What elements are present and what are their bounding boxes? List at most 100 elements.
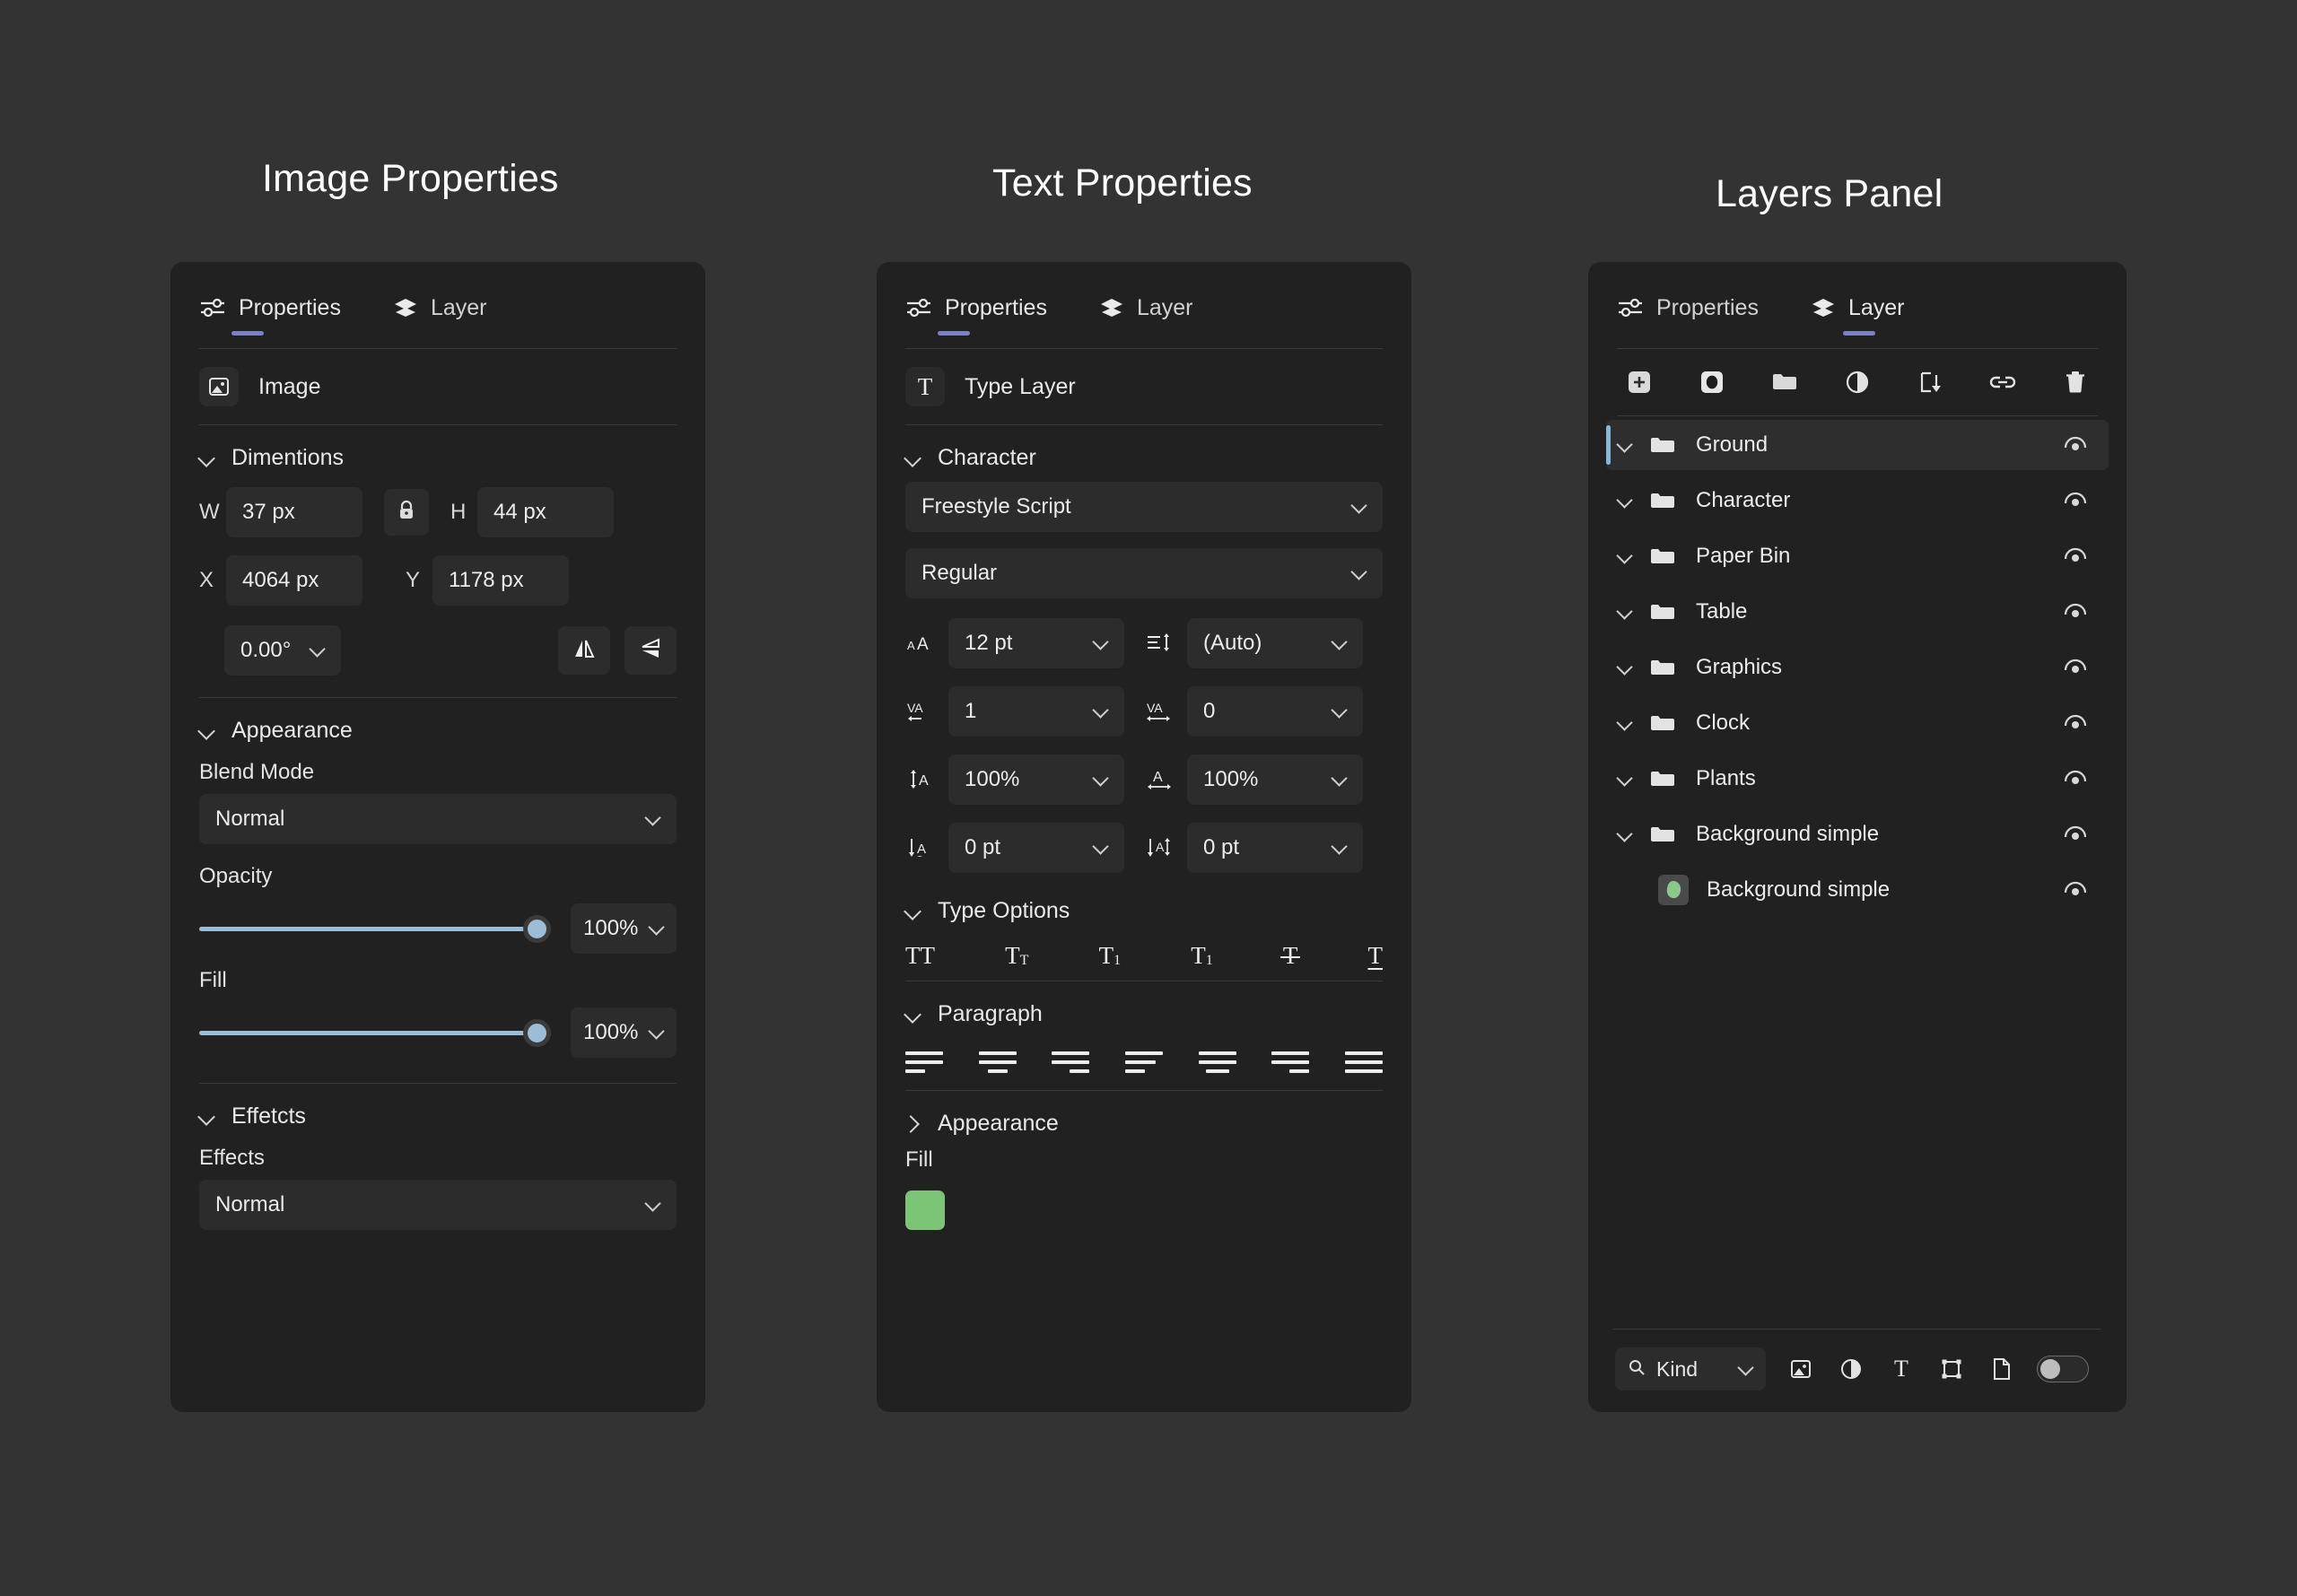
slider-thumb[interactable] [523,915,551,943]
appearance-section-header[interactable]: Appearance [877,1091,1411,1147]
height-input[interactable]: 44 px [477,487,614,537]
add-mask-button[interactable] [1695,365,1729,399]
opacity-value-select[interactable]: 100% [571,903,677,954]
layer-row[interactable]: Ground [1606,420,2109,470]
chevron-down-icon[interactable] [1617,436,1635,454]
type-filter-icon[interactable]: T [1886,1354,1917,1384]
tab-layer[interactable]: Layer [1099,295,1193,337]
all-caps-button[interactable]: TT [905,944,935,968]
visibility-eye-icon[interactable] [2062,598,2089,625]
chevron-down-icon[interactable] [1617,825,1635,843]
tab-layer[interactable]: Layer [393,295,487,337]
fill-color-swatch[interactable] [905,1190,945,1230]
effects-select[interactable]: Normal [199,1180,677,1230]
add-layer-button[interactable] [1622,365,1656,399]
kerning-select[interactable]: 1 [948,686,1124,737]
smart-object-filter-icon[interactable] [1987,1354,2017,1384]
shape-filter-icon[interactable] [1936,1354,1967,1384]
layer-row[interactable]: Clock [1606,698,2109,748]
vertical-scale-cell: A 100% [905,754,1144,805]
blend-mode-select[interactable]: Normal [199,794,677,844]
layer-row[interactable]: Graphics [1606,642,2109,693]
leading-select[interactable]: (Auto) [1187,618,1363,668]
dimensions-section-header[interactable]: Dimentions [170,425,705,482]
flip-vertical-button[interactable] [624,626,677,675]
align-right-icon[interactable] [1052,1047,1090,1077]
layer-row[interactable]: Table [1606,587,2109,637]
visibility-eye-icon[interactable] [2062,487,2089,514]
font-size-cell: A A 12 pt [905,618,1144,668]
align-center-icon[interactable] [978,1047,1017,1077]
underline-button[interactable]: T [1367,944,1383,968]
new-group-button[interactable] [1768,365,1802,399]
chevron-down-icon[interactable] [1617,714,1635,732]
slider-track [199,1031,535,1035]
chevron-down-icon[interactable] [1617,658,1635,676]
filter-enable-toggle[interactable] [2037,1356,2089,1382]
layer-row[interactable]: Character [1606,475,2109,526]
x-input[interactable]: 4064 px [226,555,362,606]
visibility-eye-icon[interactable] [2062,710,2089,737]
visibility-eye-icon[interactable] [2062,543,2089,570]
superscript-button[interactable]: T1 [1099,944,1122,968]
font-size-select[interactable]: 12 pt [948,618,1124,668]
layer-row[interactable]: Background simple [1606,865,2109,915]
tab-properties[interactable]: Properties [199,295,341,337]
effects-section-header[interactable]: Effetcts [170,1084,705,1140]
visibility-eye-icon[interactable] [2062,765,2089,792]
adjustment-filter-icon[interactable] [1836,1354,1866,1384]
justify-last-left-icon[interactable] [1124,1047,1163,1077]
horizontal-scale-select[interactable]: 100% [1187,754,1363,805]
chevron-down-icon[interactable] [1617,492,1635,510]
strikethrough-button[interactable]: T [1280,944,1300,968]
subscript-button[interactable]: T1 [1191,944,1213,968]
rotation-input[interactable]: 0.00° [224,625,341,676]
align-left-icon[interactable] [905,1047,943,1077]
paragraph-section-header[interactable]: Paragraph [877,981,1411,1038]
y-input[interactable]: 1178 px [432,555,569,606]
font-family-select[interactable]: Freestyle Script [905,482,1383,532]
tab-layer[interactable]: Layer [1811,295,1905,337]
opacity-slider[interactable] [199,909,551,948]
small-caps-button[interactable]: TT [1005,944,1028,968]
image-filter-icon[interactable] [1786,1354,1816,1384]
layer-row[interactable]: Plants [1606,754,2109,804]
visibility-eye-icon[interactable] [2062,876,2089,903]
leading-icon [1144,628,1175,658]
character-heading: Character [938,445,1036,470]
baseline-shift-select[interactable]: 0 pt [948,823,1124,873]
slider-thumb[interactable] [523,1019,551,1047]
type-options-section-header[interactable]: Type Options [877,891,1411,935]
visibility-eye-icon[interactable] [2062,654,2089,681]
justify-all-icon[interactable] [1344,1047,1383,1077]
kind-filter-select[interactable]: Kind [1615,1347,1766,1391]
width-input[interactable]: 37 px [226,487,362,537]
font-size-icon: A A [905,628,936,658]
justify-last-center-icon[interactable] [1198,1047,1236,1077]
delete-layer-button[interactable] [2058,365,2092,399]
clipping-mask-button[interactable] [1913,365,1947,399]
tab-properties[interactable]: Properties [1617,295,1759,337]
flip-horizontal-button[interactable] [558,626,610,675]
justify-last-right-icon[interactable] [1271,1047,1310,1077]
fill-value-select[interactable]: 100% [571,1007,677,1058]
fill-slider[interactable] [199,1013,551,1052]
lock-aspect-ratio-button[interactable] [384,489,429,536]
link-layers-button[interactable] [1986,365,2020,399]
new-adjustment-layer-button[interactable] [1840,365,1874,399]
vertical-scale-select[interactable]: 100% [948,754,1124,805]
layer-row[interactable]: Paper Bin [1606,531,2109,581]
font-style-select[interactable]: Regular [905,548,1383,598]
chevron-down-icon[interactable] [1617,770,1635,788]
tracking-select[interactable]: 0 [1187,686,1363,737]
layer-row[interactable]: Background simple [1606,809,2109,859]
chevron-down-icon[interactable] [1617,603,1635,621]
extra-spacing-select[interactable]: 0 pt [1187,823,1363,873]
visibility-eye-icon[interactable] [2062,432,2089,458]
character-section-header[interactable]: Character [877,425,1411,482]
visibility-eye-icon[interactable] [2062,821,2089,848]
chevron-down-icon[interactable] [1617,547,1635,565]
layer-filter-bar: Kind T [1588,1329,2127,1412]
tab-properties[interactable]: Properties [905,295,1047,337]
appearance-section-header[interactable]: Appearance [170,698,705,754]
